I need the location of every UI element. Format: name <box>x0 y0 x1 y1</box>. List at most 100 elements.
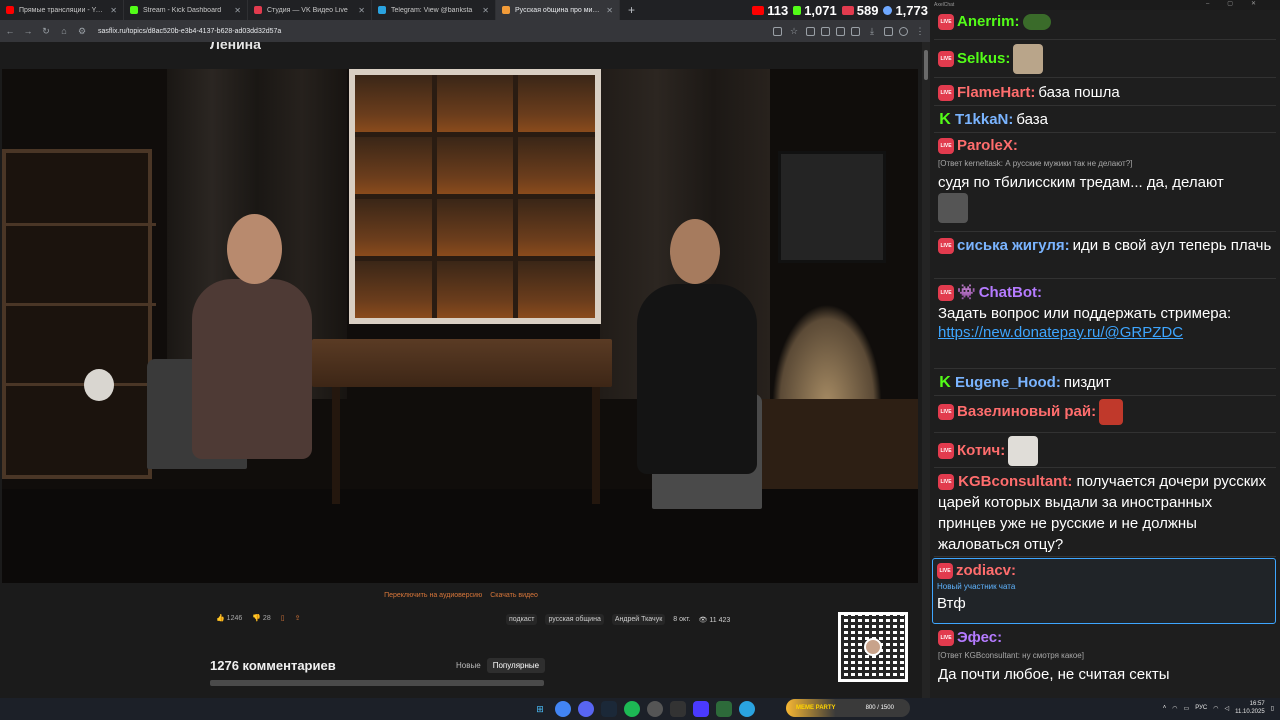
comment-input[interactable] <box>210 680 544 686</box>
vk-live-icon: LIVE <box>938 14 954 30</box>
tab-vk[interactable]: Студия — VK Видео Live ✕ <box>248 0 372 20</box>
chat-message: LIVE ParoleX: [Ответ kerneltask: А русски… <box>934 134 1276 232</box>
table <box>312 339 612 387</box>
app-icon[interactable] <box>716 701 732 717</box>
profile-icon[interactable] <box>899 26 908 36</box>
app-icon[interactable] <box>693 701 709 717</box>
url-field[interactable]: sasflix.ru/topics/d8ac520b-e3b4-4137-b62… <box>94 23 767 39</box>
bot-icon: 👾 <box>957 284 976 301</box>
emote <box>1022 14 1051 30</box>
tab-active-video[interactable]: Русская община про мигр... ✕ <box>496 0 620 20</box>
extension-icon[interactable] <box>821 26 830 36</box>
browser-window: Прямые трансляции - YouTube✕ Stream - Ki… <box>0 0 930 698</box>
wifi-icon[interactable]: ◠ <box>1172 705 1177 712</box>
tag[interactable]: русская община <box>545 614 604 625</box>
page-scrollbar[interactable] <box>922 42 930 698</box>
sort-new[interactable]: Новые <box>450 658 487 673</box>
chat-message: LIVE 👾 ChatBot: Задать вопрос или поддержа… <box>934 281 1276 369</box>
telegram-icon[interactable] <box>739 701 755 717</box>
telegram-icon <box>378 6 386 14</box>
chat-message: LIVE Эфес: [Ответ KGBconsultant: ну смотр… <box>934 626 1276 698</box>
download-video-link[interactable]: Скачать видео <box>490 592 538 599</box>
discord-icon[interactable] <box>578 701 594 717</box>
windows-start-icon[interactable]: ⊞ <box>532 701 548 717</box>
system-tray: ˄ ◠ ▭ РУС ◠ ◁ 16:57 11.10.2025 ▯ <box>1163 700 1274 716</box>
reply-quote: [Ответ kerneltask: А русские мужики так … <box>938 159 1133 168</box>
site-info-icon[interactable]: ⚙ <box>76 26 88 37</box>
menu-icon[interactable]: ⋮ <box>914 26 926 37</box>
emote <box>1099 399 1124 425</box>
audio-version-link[interactable]: Переключить на аудиоверсию <box>384 592 482 599</box>
dislike-button[interactable]: 👎 28 <box>252 614 270 622</box>
vk-live-icon: LIVE <box>938 84 954 101</box>
extension-icon[interactable] <box>836 26 845 36</box>
kick-icon: K <box>939 110 951 128</box>
plant <box>772 304 882 404</box>
poster <box>778 151 886 263</box>
bookmark-icon[interactable]: ▯ <box>281 614 285 622</box>
bookshelf <box>2 149 156 479</box>
forward-icon[interactable]: → <box>22 26 34 36</box>
home-icon[interactable]: ⌂ <box>58 26 70 36</box>
tab-telegram[interactable]: Telegram: View @banksta ✕ <box>372 0 496 20</box>
kick-icon <box>793 5 802 15</box>
new-tab-button[interactable]: + <box>620 3 643 17</box>
speaker-icon[interactable]: ◁ <box>1224 705 1229 712</box>
back-icon[interactable]: ← <box>4 26 16 36</box>
tab-kick[interactable]: Stream - Kick Dashboard ✕ <box>124 0 248 20</box>
page-content: Ленина Переключить на аудиоверсию Скачат… <box>0 42 922 698</box>
share-icon[interactable]: ⇪ <box>295 614 301 622</box>
floor <box>2 489 918 583</box>
total-viewers: 1,773 <box>883 3 928 18</box>
chat-message: LIVE Anerrim: <box>934 10 1276 40</box>
chrome-icon[interactable] <box>555 701 571 717</box>
notification-icon[interactable]: ▯ <box>1271 705 1274 712</box>
clock[interactable]: 16:57 11.10.2025 <box>1235 700 1265 716</box>
video-actions: 👍 1246 👎 28 ▯ ⇪ <box>216 614 300 622</box>
chat-message: LIVE KGBconsultant: получается дочери ру… <box>934 469 1276 557</box>
wifi-icon[interactable]: ◠ <box>1213 705 1218 712</box>
tab-youtube[interactable]: Прямые трансляции - YouTube✕ <box>0 0 124 20</box>
views-count: 👁 11 423 <box>698 616 731 624</box>
tags: подкаст русская община Андрей Ткачук 8 о… <box>506 614 730 625</box>
youtube-icon <box>6 6 14 14</box>
close-icon[interactable]: ✕ <box>110 6 117 15</box>
puzzle-icon[interactable] <box>851 26 860 36</box>
window-controls[interactable]: –▢✕ <box>1206 0 1274 7</box>
download-icon[interactable]: ⤓ <box>866 26 878 37</box>
close-icon[interactable]: ✕ <box>482 6 489 15</box>
spotify-icon[interactable] <box>624 701 640 717</box>
install-icon[interactable] <box>773 26 782 36</box>
guest-right <box>637 284 757 474</box>
obs-icon[interactable] <box>647 701 663 717</box>
reload-icon[interactable]: ↻ <box>40 26 52 37</box>
like-button[interactable]: 👍 1246 <box>216 614 242 622</box>
user-icon <box>883 5 893 15</box>
bookmark-star-icon[interactable]: ☆ <box>788 26 800 37</box>
comments-sort: Новые Популярные <box>450 658 546 673</box>
language-indicator[interactable]: РУС <box>1195 705 1207 711</box>
close-icon[interactable]: ✕ <box>358 6 365 15</box>
vk-live-icon: LIVE <box>938 51 954 67</box>
host-left <box>192 279 312 459</box>
extension-icon[interactable] <box>806 26 815 36</box>
tag[interactable]: подкаст <box>506 614 538 625</box>
app-icon[interactable] <box>670 701 686 717</box>
chevron-up-icon[interactable]: ˄ <box>1163 705 1167 711</box>
vk-icon <box>841 5 854 15</box>
meme-party-widget: MEME PARTY 800 / 1500 <box>786 699 910 717</box>
vase <box>84 369 114 401</box>
sort-popular[interactable]: Популярные <box>486 658 546 673</box>
battery-icon[interactable]: ▭ <box>1184 705 1190 712</box>
close-icon[interactable]: ✕ <box>234 6 241 15</box>
chat-window: AxelChat –▢✕ LIVE Anerrim: LIVE Selkus: LI… <box>930 0 1280 698</box>
video-player[interactable] <box>2 69 918 583</box>
tag[interactable]: Андрей Ткачук <box>611 614 666 625</box>
qr-code <box>838 612 908 682</box>
reading-list-icon[interactable] <box>884 26 893 36</box>
steam-icon[interactable] <box>601 701 617 717</box>
vk-live-icon: LIVE <box>938 404 954 420</box>
vk-viewers: 589 <box>841 3 878 18</box>
donate-link[interactable]: https://new.donatepay.ru/@GRPZDC <box>938 324 1272 341</box>
close-icon[interactable]: ✕ <box>606 6 613 15</box>
